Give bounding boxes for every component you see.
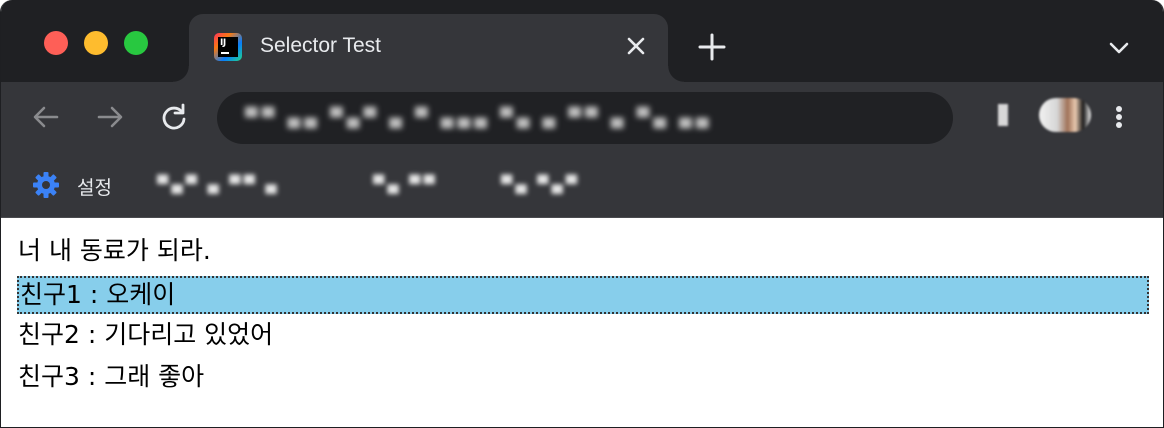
new-tab-button[interactable] [695,30,729,64]
address-bar-url: ▀▀ ▄▄ ▀▄▀ ▄ ▀ ▄▄▄ ▀▄ ▄ ▀▀ ▄ ▀▄ ▄▄ [245,107,713,127]
tab-title: Selector Test [260,34,382,57]
minimize-window-button[interactable] [84,31,108,55]
profile-avatar[interactable] [1039,98,1091,132]
text-line-friend2: 친구2 : 기다리고 있었어 [18,320,274,349]
bookmark-item[interactable]: ▀▄▀ ▄ ▀▀ ▄ [157,176,280,194]
tab-strip: IJ Selector Test [1,0,1163,82]
maximize-window-button[interactable] [124,31,148,55]
gear-icon [33,172,59,198]
toolbar: ▀▀ ▄▄ ▀▄▀ ▄ ▀ ▄▄▄ ▀▄ ▄ ▀▀ ▄ ▀▄ ▄▄ [1,82,1163,156]
more-vert-icon[interactable] [1107,100,1131,134]
close-tab-icon[interactable] [622,32,650,60]
bookmark-settings-label: 설정 [77,177,112,199]
browser-window: IJ Selector Test ▀▀ ▄▄ ▀▄▀ ▄ ▀ ▄▄▄ ▀▄ ▄ … [0,0,1164,428]
bookmark-item[interactable]: ▀▄ ▀▄▀ [501,176,580,194]
tab-selector-test[interactable]: IJ Selector Test [173,14,684,82]
bookmarks-bar: 설정 ▀▄▀ ▄ ▀▀ ▄ ▀▄ ▀▀ ▀▄ ▀▄▀ [1,156,1163,218]
extension-icon[interactable] [998,104,1008,126]
address-bar[interactable]: ▀▀ ▄▄ ▀▄▀ ▄ ▀ ▄▄▄ ▀▄ ▄ ▀▀ ▄ ▀▄ ▄▄ [217,92,953,144]
back-arrow-icon[interactable] [29,100,63,134]
text-line-friend1-highlighted: 친구1 : 오케이 [17,276,1149,314]
page-content: 너 내 동료가 되라. 친구1 : 오케이 친구2 : 기다리고 있었어 친구3… [1,218,1163,427]
reload-icon[interactable] [157,100,191,134]
tab-search-chevron-icon[interactable] [1104,33,1134,63]
text-line-leader: 너 내 동료가 되라. [18,236,211,265]
intellij-icon: IJ [214,33,242,61]
bookmark-item[interactable]: ▀▄ ▀▀ [373,176,438,194]
close-window-button[interactable] [44,31,68,55]
text-line-friend3: 친구3 : 그래 좋아 [18,362,205,391]
forward-arrow-icon[interactable] [93,100,127,134]
